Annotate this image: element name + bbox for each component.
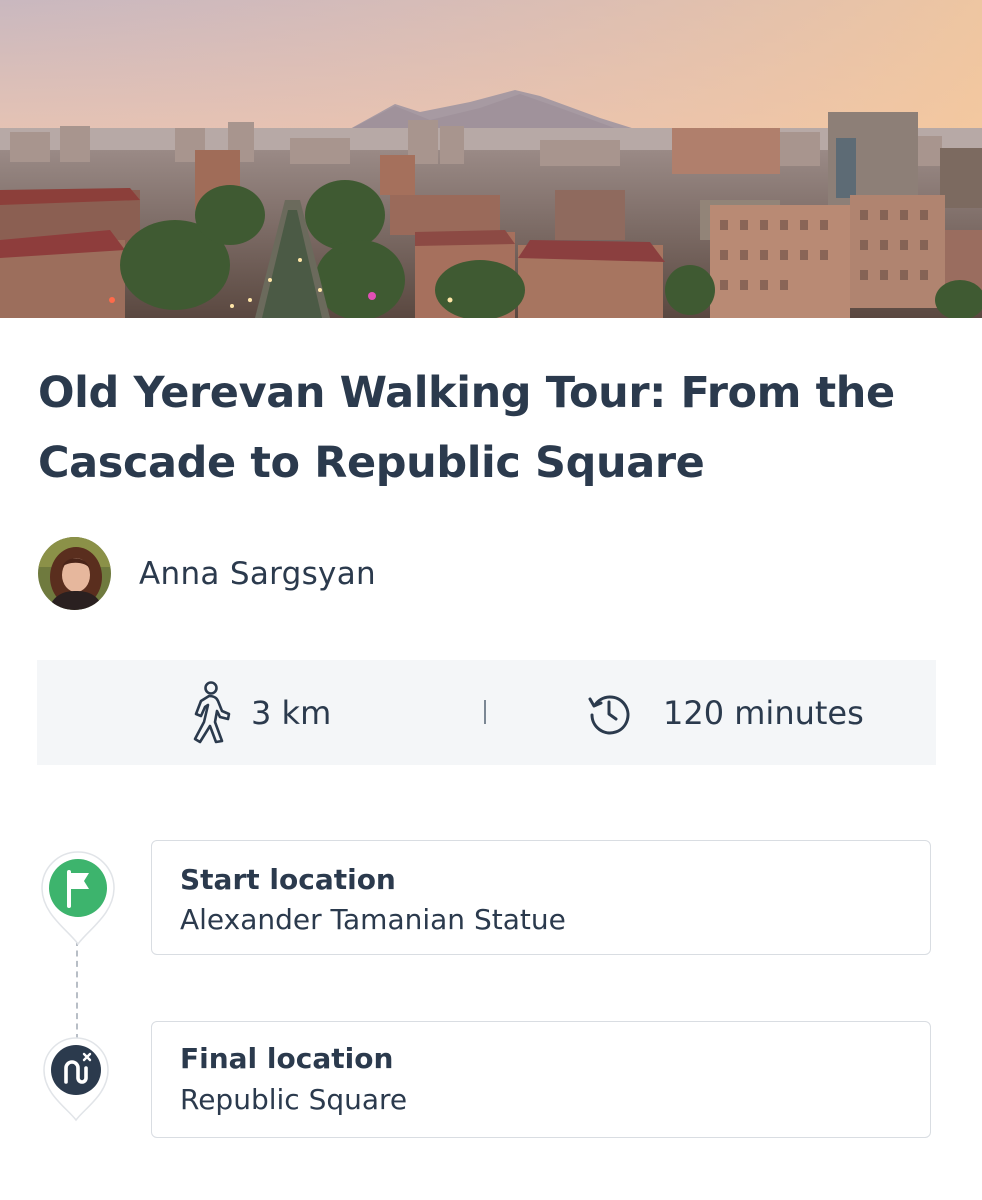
final-location-card[interactable]: Final location Republic Square bbox=[151, 1021, 931, 1138]
clock-history-icon bbox=[587, 691, 631, 735]
start-location-label: Start location bbox=[180, 863, 396, 896]
person-avatar-image bbox=[38, 537, 111, 610]
duration-stat: 120 minutes bbox=[587, 660, 864, 765]
tour-stats-bar: 3 km 120 minutes bbox=[37, 660, 936, 765]
duration-value: 120 minutes bbox=[663, 693, 864, 732]
avatar[interactable] bbox=[38, 537, 111, 610]
distance-value: 3 km bbox=[251, 693, 332, 732]
route-connector-line bbox=[76, 940, 78, 1040]
final-location-value: Republic Square bbox=[180, 1083, 408, 1116]
start-location-card[interactable]: Start location Alexander Tamanian Statue bbox=[151, 840, 931, 955]
walking-person-icon bbox=[187, 680, 231, 745]
city-panorama-image bbox=[0, 0, 982, 318]
author-row[interactable]: Anna Sargsyan bbox=[38, 537, 376, 610]
stats-divider bbox=[484, 700, 486, 724]
tour-title: Old Yerevan Walking Tour: From the Casca… bbox=[38, 368, 895, 488]
distance-stat: 3 km bbox=[187, 660, 331, 765]
flag-icon bbox=[38, 848, 118, 952]
hero-image bbox=[0, 0, 982, 318]
start-location-value: Alexander Tamanian Statue bbox=[180, 903, 566, 936]
final-location-label: Final location bbox=[180, 1042, 394, 1075]
tour-detail-page: Old Yerevan Walking Tour: From the Casca… bbox=[0, 0, 982, 1200]
author-name[interactable]: Anna Sargsyan bbox=[139, 556, 376, 592]
route-end-icon bbox=[40, 1034, 112, 1128]
